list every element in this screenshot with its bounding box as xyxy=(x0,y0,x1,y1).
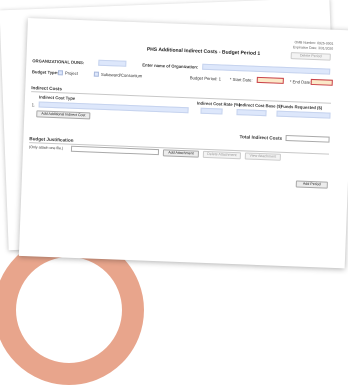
col-indirect-cost-type: Indirect Cost Type xyxy=(38,94,76,101)
add-indirect-cost-button[interactable]: Add Additional Indirect Cost xyxy=(36,110,91,120)
project-checkbox[interactable] xyxy=(57,70,64,76)
col-funds-requested: Funds Requested ($) xyxy=(280,103,323,111)
add-attachment-button[interactable]: Add Attachment xyxy=(162,149,200,158)
end-date-label: * End Date: xyxy=(289,79,312,85)
start-date-label: * Start Date: xyxy=(229,76,253,83)
duns-label: ORGANIZATIONAL DUNS: xyxy=(32,58,85,66)
end-date-field[interactable] xyxy=(310,78,333,86)
base-field[interactable] xyxy=(236,109,267,117)
subaward-label: Subaward/Consortium xyxy=(100,71,143,79)
attach-hint: (Only attach one file.) xyxy=(28,145,64,151)
project-label: Project xyxy=(64,70,79,76)
subaward-checkbox[interactable] xyxy=(93,71,99,77)
delete-attachment-button[interactable]: Delete Attachment xyxy=(202,150,242,160)
rate-field[interactable] xyxy=(200,107,223,115)
delete-period-button[interactable]: Delete Period xyxy=(290,52,331,61)
start-date-field[interactable] xyxy=(256,76,284,84)
org-name-label: Enter name of Organization: xyxy=(142,62,199,70)
row-number: 1. xyxy=(31,102,36,108)
expiration-date: Expiration Date: 3/31/2020 xyxy=(293,44,334,51)
page-title: PHS Additional Indirect Costs - Budget P… xyxy=(146,46,261,57)
budget-form-page: OMB Number: 0925-0001 Expiration Date: 3… xyxy=(18,18,348,269)
omb-info: OMB Number: 0925-0001 Expiration Date: 3… xyxy=(293,40,333,51)
budget-period-label: Budget Period: 1 xyxy=(189,75,222,82)
section-divider xyxy=(31,91,331,104)
budget-type-label: Budget Type: xyxy=(31,69,59,76)
col-base: Indirect Cost Base ($) xyxy=(238,102,282,109)
view-attachment-button[interactable]: View Attachment xyxy=(244,152,281,161)
total-indirect-costs-label: Total Indirect Costs xyxy=(239,134,283,141)
total-indirect-costs-field[interactable] xyxy=(285,134,330,143)
duns-field[interactable] xyxy=(98,59,127,67)
add-period-button[interactable]: Add Period xyxy=(295,180,328,189)
col-rate: Indirect Cost Rate (%) xyxy=(196,100,241,108)
org-name-field[interactable] xyxy=(202,63,331,75)
funds-requested-field[interactable] xyxy=(276,110,331,119)
